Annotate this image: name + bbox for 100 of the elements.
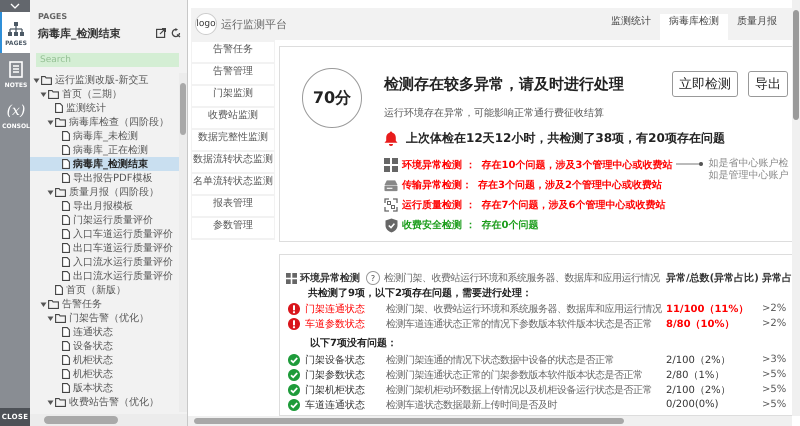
- tree-item[interactable]: 病毒库_检测结束: [30, 157, 179, 171]
- scan-icon: [384, 198, 398, 212]
- nav-tab[interactable]: 病毒库检测: [660, 14, 728, 40]
- check-name: 门架机柜状态: [305, 384, 365, 396]
- tree-item[interactable]: 机柜状态: [30, 353, 179, 367]
- menu-item[interactable]: 收费站监测: [192, 108, 274, 128]
- ratio-value: 2/100（2%）: [666, 384, 732, 396]
- check-name: 门架设备状态: [305, 354, 365, 366]
- menu-item[interactable]: 数据完整性监测: [192, 130, 274, 150]
- ratio-value: 0/200(0%): [666, 399, 720, 410]
- folder-icon: [48, 300, 59, 308]
- check-name: 车道参数状态: [305, 318, 365, 330]
- tree-item[interactable]: 监测统计: [30, 101, 179, 115]
- menu-item[interactable]: 门架监测: [192, 86, 274, 106]
- help-icon[interactable]: ?: [366, 271, 380, 285]
- check-result: 存在10个问题，涉及3个管理中心或收费站: [481, 158, 672, 172]
- tree-item[interactable]: 收费站告警（优化）: [30, 395, 179, 409]
- menu-item[interactable]: 数据流转状态监测: [192, 152, 274, 172]
- grid-icon: [286, 272, 297, 284]
- tree-item[interactable]: 病毒库_未检测: [30, 129, 179, 143]
- scrollbar-thumb[interactable]: [793, 10, 799, 120]
- scrollbar-thumb[interactable]: [44, 416, 118, 424]
- caret-icon[interactable]: [40, 90, 47, 98]
- score-circle: 70分: [302, 68, 362, 128]
- check-result: 存在7个问题，涉及6个管理中心或收费站: [481, 198, 666, 212]
- check-name: 门架连通状态: [305, 302, 365, 316]
- tree-item[interactable]: 病毒库_正在检测: [30, 143, 179, 157]
- folder-icon: [55, 118, 66, 126]
- tree-item[interactable]: 设备状态: [30, 339, 179, 353]
- check-result: 存在0个问题: [481, 218, 538, 232]
- threshold-value: >5%: [762, 384, 788, 395]
- column-header: 异常占: [762, 272, 790, 285]
- variable-icon: (x): [6, 103, 26, 119]
- check-description: 检测车道连通状态正常的情况下参数版本软件版本状态是否正常: [386, 318, 653, 330]
- caret-icon[interactable]: [47, 188, 54, 196]
- ratio-value: 11/100（11%）: [666, 302, 750, 316]
- scrollbar-thumb[interactable]: [194, 418, 624, 424]
- scrollbar[interactable]: [179, 73, 187, 412]
- search-field[interactable]: Search: [36, 53, 179, 67]
- grid-icon: [384, 158, 398, 172]
- note-text: 如是省中心账户检 如是管理中心账户: [708, 158, 788, 182]
- action-button[interactable]: 导出: [748, 71, 788, 97]
- caret-icon[interactable]: [40, 300, 47, 308]
- scrollbar[interactable]: [792, 0, 800, 416]
- export-icon[interactable]: [156, 28, 166, 38]
- tree-item[interactable]: 入口流水运行质量评价: [30, 255, 179, 269]
- page-title: 病毒库_检测结束: [38, 26, 120, 40]
- ratio-value: 2/100（2%）: [666, 354, 732, 366]
- folder-icon: [55, 398, 66, 406]
- caret-icon[interactable]: [33, 76, 40, 84]
- problem-summary: 共检测了9项，以下2项存在问题，需要进行处理：: [307, 287, 533, 301]
- section-title: 环境异常检测: [300, 271, 360, 285]
- threshold-value: >2%: [762, 303, 788, 314]
- scrollbar[interactable]: [30, 414, 187, 426]
- tree-item[interactable]: 运行监测改版-新交互: [30, 73, 179, 87]
- caret-icon[interactable]: [47, 314, 54, 322]
- menu-item[interactable]: 报表管理: [192, 196, 274, 216]
- shield-icon: [384, 218, 398, 232]
- tree-item[interactable]: 门架告警（优化）: [30, 311, 179, 325]
- menu-item[interactable]: 告警管理: [192, 64, 274, 84]
- tree-item[interactable]: 出口流水运行质量评价: [30, 269, 179, 283]
- scrollbar[interactable]: [188, 416, 792, 426]
- tree-item[interactable]: 首页（三期）: [30, 87, 179, 101]
- tree-item[interactable]: 出口车道运行质量评价: [30, 241, 179, 255]
- threshold-value: >2%: [762, 318, 788, 329]
- chevron-down-icon[interactable]: [10, 3, 20, 9]
- tree-item[interactable]: 告警任务: [30, 297, 179, 311]
- check-label: 环境异常检测 ：: [402, 158, 476, 172]
- tree-item[interactable]: 版本状态: [30, 381, 179, 395]
- tree-item[interactable]: 首页（新版）: [30, 283, 179, 297]
- tree-item[interactable]: 门架运行质量评价: [30, 213, 179, 227]
- refresh-icon[interactable]: [171, 28, 181, 38]
- drive-icon: [384, 178, 398, 192]
- scrollbar-thumb[interactable]: [180, 83, 186, 135]
- folder-icon: [41, 76, 52, 84]
- alert-text: 上次体检在12天12小时，共检测了38项，有20项存在问题: [406, 130, 725, 147]
- caret-icon[interactable]: [47, 398, 54, 406]
- action-button[interactable]: 立即检测: [672, 71, 738, 97]
- menu-item[interactable]: 告警任务: [192, 42, 274, 62]
- ok-summary: 以下7项没有问题：: [309, 337, 398, 351]
- tree-item[interactable]: 质量月报（四阶段）: [30, 185, 179, 199]
- folder-icon: [55, 188, 66, 196]
- threshold-value: >5%: [762, 399, 788, 410]
- tree-item[interactable]: 连通状态: [30, 325, 179, 339]
- tree-item[interactable]: 导出报告PDF模板: [30, 171, 179, 185]
- nav-tab[interactable]: 质量月报: [728, 14, 786, 40]
- tree-item[interactable]: 入口车道运行质量评价: [30, 227, 179, 241]
- nav-tab[interactable]: 监测统计: [602, 14, 660, 40]
- caret-icon[interactable]: [47, 118, 54, 126]
- tree-item[interactable]: 机柜状态: [30, 367, 179, 381]
- column-header: 异常/总数(异常占比): [666, 272, 758, 285]
- check-name: 门架参数状态: [305, 368, 365, 382]
- panel-heading: PAGES: [38, 12, 68, 22]
- menu-item[interactable]: 参数管理: [192, 218, 274, 238]
- tree-item[interactable]: 病毒库检查（四阶段）: [30, 115, 179, 129]
- menu-item[interactable]: 名单流转状态监测: [192, 174, 274, 194]
- check-description: 检测门架、收费站运行环境和系统服务器、数据库和应用运行情况: [386, 302, 662, 316]
- app-title: 运行监测平台: [221, 16, 287, 32]
- tree-item[interactable]: 导出月报模板: [30, 199, 179, 213]
- threshold-value: >3%: [762, 354, 788, 365]
